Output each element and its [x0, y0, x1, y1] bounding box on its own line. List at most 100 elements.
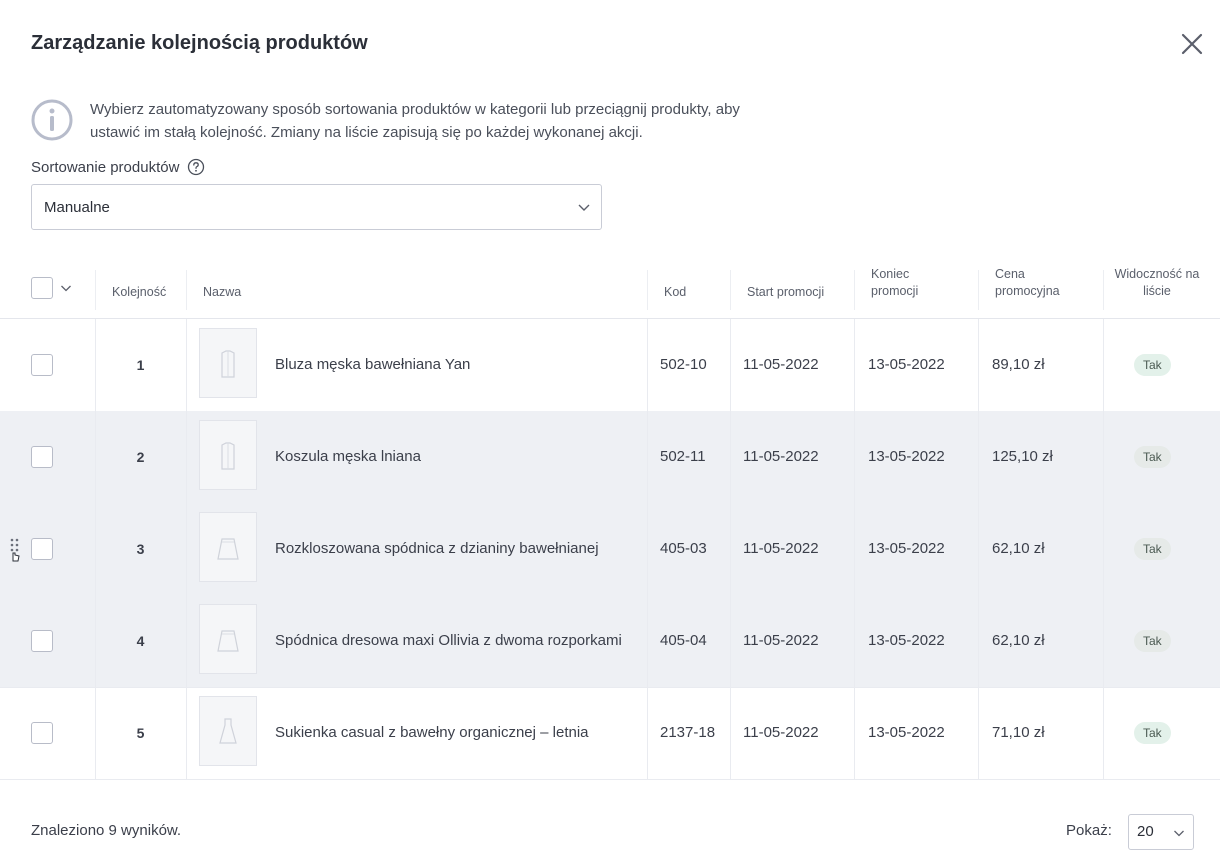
promo-end: 13-05-2022: [868, 632, 945, 649]
header-divider: [854, 270, 855, 310]
header-divider: [647, 270, 648, 310]
cell-divider: [854, 319, 855, 411]
cell-divider: [730, 411, 731, 503]
row-order: 4: [136, 633, 145, 649]
cell-divider: [186, 503, 187, 595]
cell-divider: [186, 595, 187, 687]
visibility-badge: Tak: [1134, 446, 1171, 468]
visibility-badge: Tak: [1134, 630, 1171, 652]
skirt-icon: [217, 538, 239, 560]
dress-icon: [219, 718, 237, 744]
product-code: 502-11: [660, 448, 706, 465]
cell-divider: [978, 319, 979, 411]
product-order-modal: Zarządzanie kolejnością produktów Wybier…: [0, 0, 1220, 860]
visibility-badge: Tak: [1134, 354, 1171, 376]
sort-select[interactable]: Manualne: [31, 184, 602, 230]
modal-title: Zarządzanie kolejnością produktów: [31, 32, 368, 54]
product-code: 2137-18: [660, 724, 716, 741]
cell-divider: [730, 687, 731, 779]
cell-divider: [647, 687, 648, 779]
product-thumbnail: [199, 696, 257, 766]
cell-divider: [854, 595, 855, 687]
product-thumbnail: [199, 328, 257, 398]
sort-label: Sortowanie produktów: [31, 158, 205, 176]
promo-end: 13-05-2022: [868, 448, 945, 465]
chevron-down-icon: [578, 204, 590, 211]
table-header: Kolejność Nazwa Kod Start promocji Konie…: [0, 258, 1220, 319]
row-checkbox[interactable]: [31, 722, 53, 744]
info-icon: [31, 99, 73, 141]
table-footer: Znaleziono 9 wyników. Pokaż: 20: [0, 798, 1220, 860]
header-divider: [186, 270, 187, 310]
row-checkbox[interactable]: [31, 446, 53, 468]
per-page-value: 20: [1137, 823, 1154, 840]
promo-price: 71,10 zł: [992, 724, 1045, 741]
promo-start: 11-05-2022: [743, 632, 819, 649]
table-row[interactable]: 1 Bluza męska bawełniana Yan 502-10 11-05-2…: [0, 319, 1220, 412]
select-all-checkbox[interactable]: [31, 277, 53, 299]
cell-divider: [730, 595, 731, 687]
cell-divider: [186, 411, 187, 503]
shirt-icon: [221, 442, 235, 470]
header-divider: [95, 270, 96, 310]
header-price[interactable]: Cena promocyjna: [995, 266, 1075, 300]
header-end[interactable]: Koniec promocji: [871, 266, 941, 300]
table-row[interactable]: 3 Rozkloszowana spódnica z dzianiny baweł…: [0, 503, 1220, 596]
table-row[interactable]: 5 Sukienka casual z bawełny organicznej –…: [0, 687, 1220, 780]
cell-divider: [186, 319, 187, 411]
promo-end: 13-05-2022: [868, 724, 945, 741]
row-order: 1: [136, 357, 145, 373]
promo-price: 62,10 zł: [992, 540, 1045, 557]
row-checkbox[interactable]: [31, 630, 53, 652]
cell-divider: [854, 411, 855, 503]
row-checkbox[interactable]: [31, 538, 53, 560]
visibility-badge: Tak: [1134, 538, 1171, 560]
shirt-icon: [221, 350, 235, 378]
skirt-icon: [217, 630, 239, 652]
header-order[interactable]: Kolejność: [112, 284, 166, 301]
chevron-down-icon[interactable]: [60, 282, 72, 294]
product-name: Koszula męska lniana: [275, 448, 421, 465]
cell-divider: [1103, 595, 1104, 687]
product-thumbnail: [199, 420, 257, 490]
row-order: 3: [136, 541, 145, 557]
product-code: 405-03: [660, 540, 707, 557]
help-icon[interactable]: [187, 158, 205, 176]
cell-divider: [186, 687, 187, 779]
header-visibility[interactable]: Widoczność na liście: [1112, 266, 1202, 300]
cell-divider: [854, 687, 855, 779]
cell-divider: [647, 595, 648, 687]
header-divider: [1103, 270, 1104, 310]
promo-price: 89,10 zł: [992, 356, 1045, 373]
cell-divider: [978, 595, 979, 687]
cell-divider: [1103, 503, 1104, 595]
product-name: Bluza męska bawełniana Yan: [275, 356, 471, 373]
close-icon[interactable]: [1180, 32, 1204, 56]
cell-divider: [730, 319, 731, 411]
product-name: Spódnica dresowa maxi Ollivia z dwoma ro…: [275, 632, 622, 649]
cell-divider: [1103, 687, 1104, 779]
product-code: 502-10: [660, 356, 707, 373]
header-divider: [730, 270, 731, 310]
header-name[interactable]: Nazwa: [203, 284, 241, 301]
promo-start: 11-05-2022: [743, 540, 819, 557]
cell-divider: [978, 503, 979, 595]
table-row[interactable]: 4 Spódnica dresowa maxi Ollivia z dwoma r…: [0, 595, 1220, 688]
cell-divider: [730, 503, 731, 595]
per-page-select[interactable]: 20: [1128, 814, 1194, 850]
promo-price: 62,10 zł: [992, 632, 1045, 649]
row-checkbox[interactable]: [31, 354, 53, 376]
cell-divider: [647, 411, 648, 503]
info-text: Wybierz zautomatyzowany sposób sortowani…: [90, 101, 740, 141]
promo-end: 13-05-2022: [868, 540, 945, 557]
cell-divider: [647, 319, 648, 411]
cell-divider: [978, 687, 979, 779]
products-table: Kolejność Nazwa Kod Start promocji Konie…: [0, 258, 1220, 798]
row-order: 5: [136, 725, 145, 741]
table-row[interactable]: 2 Koszula męska lniana 502-11 11-05-2022 13-…: [0, 411, 1220, 504]
drag-handle-icon[interactable]: [9, 537, 21, 563]
cell-divider: [1103, 319, 1104, 411]
row-order: 2: [136, 449, 145, 465]
header-start[interactable]: Start promocji: [747, 284, 824, 301]
header-code[interactable]: Kod: [664, 284, 686, 301]
